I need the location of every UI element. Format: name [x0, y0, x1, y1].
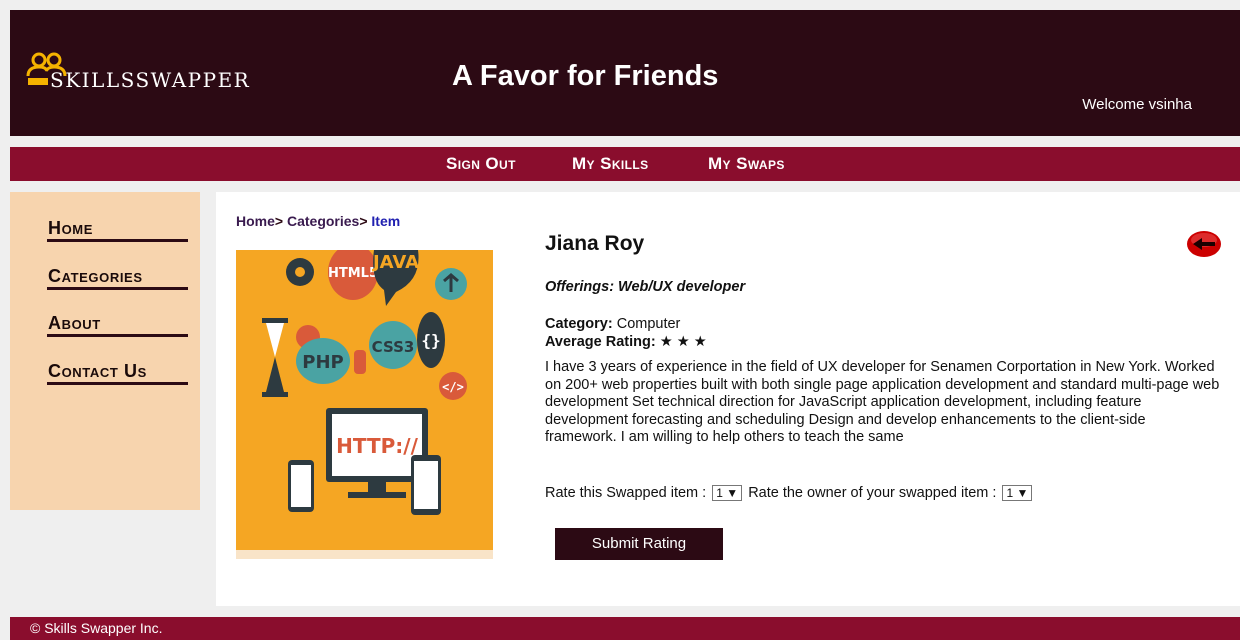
sidebar-item-home[interactable]: Home — [47, 214, 188, 242]
my-skills-link[interactable]: My Skills — [572, 154, 649, 174]
item-description: I have 3 years of experience in the fiel… — [545, 359, 1220, 445]
sidebar-item-label: Contact Us — [48, 361, 147, 381]
sidebar-item-label: Home — [48, 218, 94, 238]
my-swaps-link[interactable]: My Swaps — [708, 154, 785, 174]
web-development-illustration: HTML5 JAVA PHP CSS3 {} </> HTTP:// — [236, 250, 493, 559]
code-tag-icon: </> — [439, 372, 467, 400]
gear-icon — [286, 258, 314, 286]
equals-icon — [354, 350, 366, 374]
breadcrumb-home[interactable]: Home — [236, 213, 275, 229]
breadcrumb: Home> Categories> Item — [236, 213, 401, 229]
rate-item-label: Rate this Swapped item : — [545, 485, 707, 501]
site-footer: © Skills Swapper Inc. — [10, 617, 1240, 640]
average-rating: Average Rating: ★ ★ ★ — [545, 334, 1225, 350]
top-navigation: Sign Out My Skills My Swaps — [10, 147, 1240, 181]
sign-out-link[interactable]: Sign Out — [446, 154, 516, 174]
svg-text:JAVA: JAVA — [371, 252, 419, 273]
chevron-down-icon: ▼ — [1016, 486, 1029, 501]
rate-owner-label: Rate the owner of your swapped item : — [748, 485, 997, 501]
sidebar: Home Categories About Contact Us — [10, 192, 200, 510]
item-image: HTML5 JAVA PHP CSS3 {} </> HTTP:// — [236, 250, 493, 559]
sidebar-item-contact-us[interactable]: Contact Us — [47, 357, 188, 385]
rate-owner-select[interactable]: 1 ▼ — [1002, 485, 1033, 502]
sidebar-item-label: Categories — [48, 266, 143, 286]
back-arrow-icon[interactable] — [1186, 230, 1222, 258]
welcome-message: Welcome vsinha — [1082, 96, 1192, 113]
offerings: Offerings: Web/UX developer — [545, 279, 746, 295]
braces-icon: {} — [417, 312, 445, 368]
owner-name: Jiana Roy — [545, 232, 645, 255]
copyright-text: © Skills Swapper Inc. — [30, 620, 163, 636]
main-content: Home> Categories> Item HTML5 JAVA PHP CS… — [216, 192, 1240, 606]
rate-owner-value: 1 — [1006, 486, 1014, 501]
submit-rating-button[interactable]: Submit Rating — [555, 528, 723, 560]
rate-item-value: 1 — [716, 486, 723, 501]
star-icon: ★ ★ ★ — [659, 334, 707, 350]
svg-text:HTTP://: HTTP:// — [336, 434, 418, 458]
site-header: SKILLSSWAPPER A Favor for Friends Welcom… — [10, 10, 1240, 136]
rate-item-select[interactable]: 1 ▼ — [712, 485, 743, 502]
svg-text:PHP: PHP — [302, 352, 343, 373]
svg-text:</>: </> — [442, 380, 464, 394]
site-title: A Favor for Friends — [452, 60, 719, 92]
chevron-down-icon: ▼ — [726, 486, 739, 501]
svg-text:HTML5: HTML5 — [328, 266, 378, 281]
svg-text:CSS3: CSS3 — [372, 338, 415, 356]
breadcrumb-categories[interactable]: Categories — [287, 213, 359, 229]
item-details: Jiana Roy Offerings: Web/UX developer Ca… — [545, 232, 1225, 447]
sidebar-item-about[interactable]: About — [47, 309, 188, 337]
phone-icon — [411, 455, 441, 515]
svg-text:{}: {} — [421, 331, 440, 350]
php-bubble: PHP — [296, 338, 350, 384]
sidebar-item-categories[interactable]: Categories — [47, 262, 188, 290]
logo[interactable]: SKILLSSWAPPER — [26, 52, 306, 92]
rating-form: Rate this Swapped item : 1 ▼ Rate the ow… — [545, 485, 1034, 502]
category-label: Category: — [545, 316, 613, 332]
phone-icon — [288, 460, 314, 512]
category-value: Computer — [616, 316, 681, 332]
css3-bubble: CSS3 — [369, 321, 417, 369]
upload-icon — [435, 268, 467, 300]
logo-text: SKILLSSWAPPER — [50, 68, 251, 92]
sidebar-item-label: About — [48, 313, 101, 333]
breadcrumb-item[interactable]: Item — [371, 213, 400, 229]
category: Category: Computer — [545, 316, 1225, 332]
rating-label: Average Rating: — [545, 334, 656, 350]
